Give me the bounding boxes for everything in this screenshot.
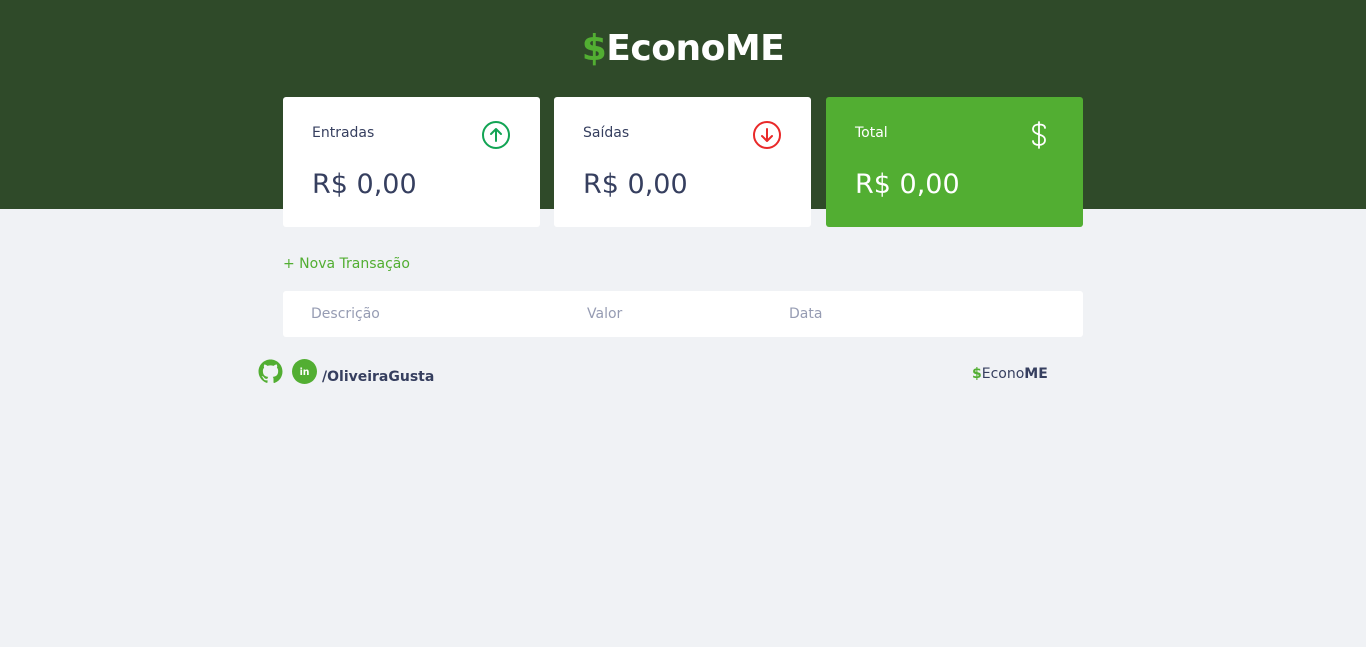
footer-username-link[interactable]: /OliveiraGusta — [322, 368, 434, 386]
arrow-down-circle-icon — [753, 121, 781, 149]
footer-logo: $EconoME — [972, 365, 1048, 383]
column-date: Data — [789, 306, 823, 322]
expense-label: Saídas — [583, 125, 630, 141]
expense-card: Saídas R$ 0,00 — [554, 97, 811, 227]
expense-amount: R$ 0,00 — [583, 169, 688, 200]
dollar-sign-icon — [1032, 121, 1046, 149]
new-transaction-button[interactable]: + Nova Transação — [283, 255, 410, 273]
arrow-up-circle-icon — [482, 121, 510, 149]
income-card: Entradas R$ 0,00 — [283, 97, 540, 227]
footer-logo-dollar: $ — [972, 366, 982, 382]
column-value: Valor — [587, 306, 623, 322]
svg-text:in: in — [300, 367, 310, 378]
logo-suffix: ME — [724, 28, 785, 69]
github-icon[interactable] — [258, 359, 283, 384]
logo-dollar: $ — [581, 28, 607, 69]
linkedin-icon[interactable]: in — [292, 359, 317, 384]
app-logo: $EconoME — [0, 26, 1366, 72]
total-card: Total R$ 0,00 — [826, 97, 1083, 227]
logo-prefix: Econo — [606, 28, 725, 69]
footer-logo-prefix: Econo — [981, 366, 1025, 382]
income-amount: R$ 0,00 — [312, 169, 417, 200]
footer-logo-suffix: ME — [1024, 366, 1048, 382]
income-label: Entradas — [312, 125, 375, 141]
transactions-table-header: Descrição Valor Data — [283, 291, 1083, 337]
total-label: Total — [855, 125, 888, 141]
column-description: Descrição — [311, 306, 380, 322]
total-amount: R$ 0,00 — [855, 169, 960, 200]
